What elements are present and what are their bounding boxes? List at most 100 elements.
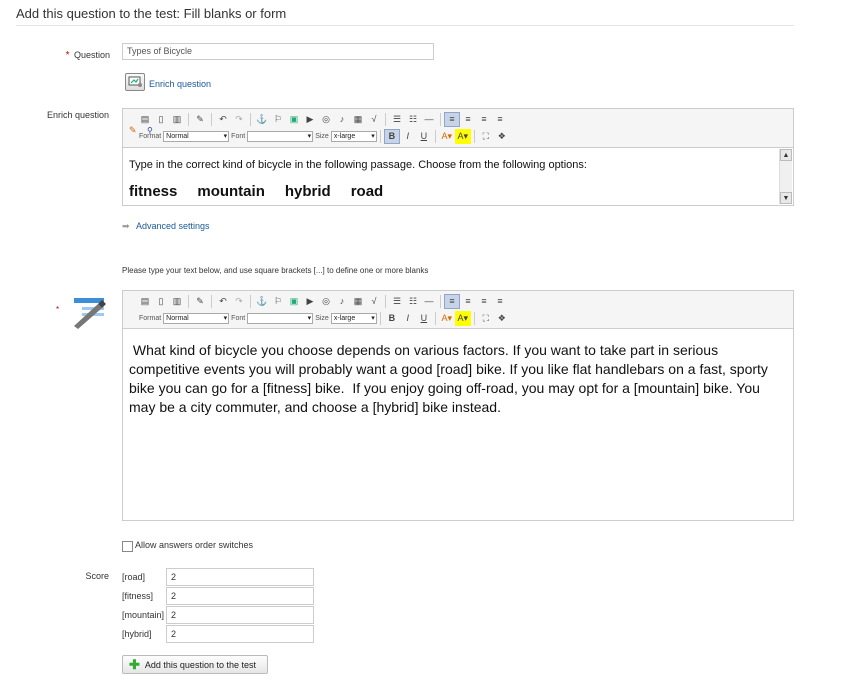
blanks-editor[interactable]: ▤ ▯ ▥ ✎ ↶ ↷ ⚓ ⚐ ▣ ▶ ◎ ♪ ▦ √ ☰ ☷ — ≡ ≡ ≡ … [122,290,794,521]
horizontal-rule-icon[interactable]: — [421,294,437,309]
glossary-icon[interactable]: ❖ [494,311,510,326]
flash-icon[interactable]: ◎ [318,112,334,127]
background-color-icon[interactable]: A▾ [454,310,471,326]
enrich-editor-toolbar: ▤ ▯ ▥ ✎ ↶ ↷ ⚓ ⚐ ▣ ▶ ◎ ♪ ▦ √ ☰ ☷ — ≡ ≡ ≡ … [123,109,793,148]
spellcheck-icon[interactable]: ✎ [192,294,208,309]
spellcheck-icon[interactable]: ✎ [192,112,208,127]
toolbar-row-1: ▤ ▯ ▥ ✎ ↶ ↷ ⚓ ⚐ ▣ ▶ ◎ ♪ ▦ √ ☰ ☷ — ≡ ≡ ≡ … [137,293,508,309]
enrich-scrollbar[interactable]: ▲ ▼ [779,149,792,204]
allow-switch-checkbox[interactable] [122,541,133,552]
horizontal-rule-icon[interactable]: — [421,112,437,127]
score-input[interactable]: 2 [166,587,314,605]
size-select[interactable]: x-large [330,130,377,142]
font-label: Font [231,314,246,322]
add-question-button[interactable]: ✚ Add this question to the test [122,655,268,674]
score-blank-label: [mountain] [122,610,165,620]
font-select[interactable] [247,312,314,324]
video-icon[interactable]: ▶ [302,294,318,309]
bold-icon[interactable]: B [383,128,400,144]
size-select[interactable]: x-large [330,312,377,324]
paste-icon[interactable]: ▥ [169,112,185,127]
format-select[interactable]: Normal [163,130,230,142]
new-page-icon[interactable]: ▯ [153,294,169,309]
score-input[interactable]: 2 [166,625,314,643]
font-select[interactable] [247,130,314,142]
align-right-icon[interactable]: ≡ [476,294,492,309]
enrich-question-link[interactable]: Enrich question [149,79,211,89]
flash-icon[interactable]: ◎ [318,294,334,309]
align-center-icon[interactable]: ≡ [460,112,476,127]
redo-icon[interactable]: ↷ [231,294,247,309]
bold-icon[interactable]: B [384,311,400,326]
table-icon[interactable]: ▦ [350,294,366,309]
italic-icon[interactable]: I [400,129,416,144]
question-label-wrap: * Question [60,45,110,63]
blanks-editor-toolbar: ▤ ▯ ▥ ✎ ↶ ↷ ⚓ ⚐ ▣ ▶ ◎ ♪ ▦ √ ☰ ☷ — ≡ ≡ ≡ … [123,291,793,329]
pencil-icon: ✎ [129,125,137,135]
toolbar-row-2: Format Normal Font Size x-large B I U A▾… [137,310,510,326]
enrich-editor[interactable]: ▤ ▯ ▥ ✎ ↶ ↷ ⚓ ⚐ ▣ ▶ ◎ ♪ ▦ √ ☰ ☷ — ≡ ≡ ≡ … [122,108,794,206]
bulleted-list-icon[interactable]: ☰ [389,294,405,309]
image-icon[interactable]: ▣ [286,112,302,127]
page-title: Add this question to the test: Fill blan… [16,6,287,21]
table-icon[interactable]: ▦ [350,112,366,127]
link-icon[interactable]: ⚓ [254,112,270,127]
score-input[interactable]: 2 [166,568,314,586]
redo-icon[interactable]: ↷ [231,112,247,127]
font-label: Font [231,132,246,140]
align-left-icon[interactable]: ≡ [444,293,460,309]
magnifier-icon: ⚲ [147,126,153,135]
formula-icon[interactable]: √ [366,294,382,309]
fullscreen-icon[interactable]: ⛶ [478,311,494,326]
align-right-icon[interactable]: ≡ [476,112,492,127]
text-color-icon[interactable]: A▾ [439,311,455,326]
format-select[interactable]: Normal [163,312,230,324]
bulleted-list-icon[interactable]: ☰ [389,112,405,127]
score-input[interactable]: 2 [166,606,314,624]
video-icon[interactable]: ▶ [302,112,318,127]
underline-icon[interactable]: U [416,311,432,326]
question-input[interactable] [122,43,434,60]
blanks-editor-content[interactable]: What kind of bicycle you choose depends … [123,329,793,520]
audio-icon[interactable]: ♪ [334,112,350,127]
audio-icon[interactable]: ♪ [334,294,350,309]
glossary-icon[interactable]: ❖ [494,129,510,144]
numbered-list-icon[interactable]: ☷ [405,112,421,127]
underline-icon[interactable]: U [416,129,432,144]
scroll-up-icon[interactable]: ▲ [780,149,792,161]
paste-icon[interactable]: ▥ [169,294,185,309]
question-label: Question [73,50,110,60]
new-page-icon[interactable]: ▯ [153,112,169,127]
anchor-icon[interactable]: ⚐ [270,294,286,309]
toolbar-row-1: ▤ ▯ ▥ ✎ ↶ ↷ ⚓ ⚐ ▣ ▶ ◎ ♪ ▦ √ ☰ ☷ — ≡ ≡ ≡ … [137,111,508,127]
score-label: Score [85,571,109,581]
source-icon[interactable]: ▤ [137,112,153,127]
blanks-required-mark: * [56,305,60,314]
scroll-down-icon[interactable]: ▼ [780,192,792,204]
enrich-question-label: Enrich question [46,110,109,120]
option-word: road [350,183,384,200]
plus-icon: ✚ [129,657,140,672]
enrich-question-icon[interactable] [125,73,145,91]
image-icon[interactable]: ▣ [286,294,302,309]
undo-icon[interactable]: ↶ [215,294,231,309]
title-divider [16,25,794,26]
align-left-icon[interactable]: ≡ [444,111,460,127]
formula-icon[interactable]: √ [366,112,382,127]
source-icon[interactable]: ▤ [137,294,153,309]
numbered-list-icon[interactable]: ☷ [405,294,421,309]
align-justify-icon[interactable]: ≡ [492,294,508,309]
align-center-icon[interactable]: ≡ [460,294,476,309]
background-color-icon[interactable]: A▾ [454,128,471,144]
undo-icon[interactable]: ↶ [215,112,231,127]
align-justify-icon[interactable]: ≡ [492,112,508,127]
enrich-text-line: Type in the correct kind of bicycle in t… [129,159,587,171]
fullscreen-icon[interactable]: ⛶ [478,129,494,144]
enrich-editor-content[interactable]: Type in the correct kind of bicycle in t… [123,148,793,205]
anchor-icon[interactable]: ⚐ [270,112,286,127]
advanced-settings-link[interactable]: Advanced settings [136,221,210,231]
italic-icon[interactable]: I [400,311,416,326]
text-color-icon[interactable]: A▾ [439,129,455,144]
advanced-arrow-icon[interactable]: ➡ [122,221,130,232]
link-icon[interactable]: ⚓ [254,294,270,309]
